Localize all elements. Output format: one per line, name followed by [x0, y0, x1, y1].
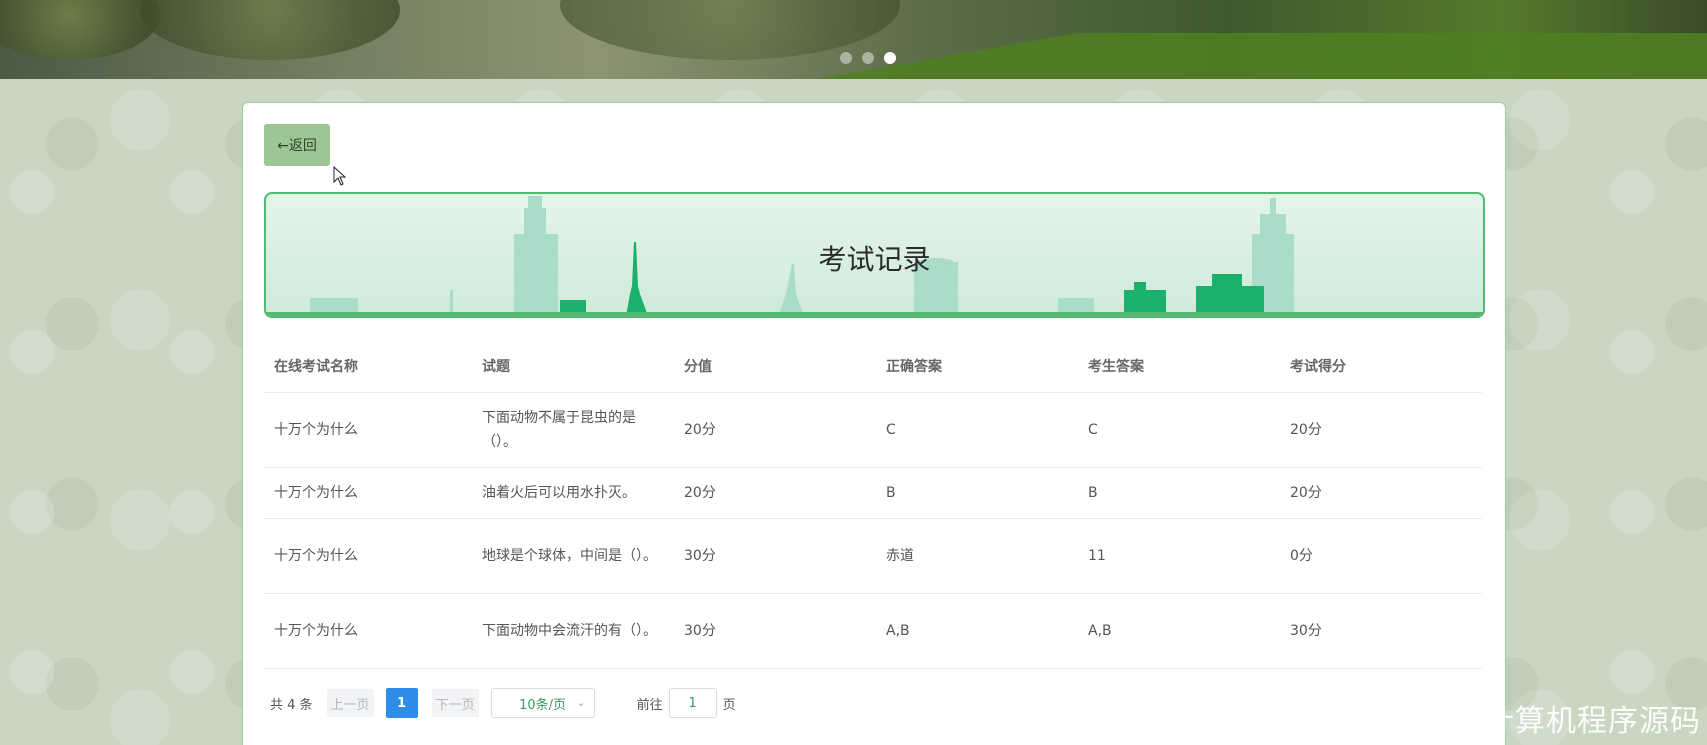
- cell-student-answer: C: [1078, 392, 1280, 468]
- cell-exam-score: 20分: [1280, 392, 1482, 468]
- goto-label: 前往: [636, 697, 663, 713]
- cell-score-value: 30分: [674, 518, 876, 594]
- cell-student-answer: A,B: [1078, 593, 1280, 669]
- banner-tree-shape: [140, 0, 400, 60]
- column-header-question[interactable]: 试题: [472, 340, 674, 393]
- cell-correct-answer: 赤道: [876, 518, 1078, 594]
- cell-exam-score: 0分: [1280, 518, 1482, 594]
- carousel-dot[interactable]: [840, 52, 852, 64]
- cell-exam-name: 十万个为什么: [264, 467, 472, 519]
- cell-score-value: 20分: [674, 467, 876, 519]
- pagination: 共 4 条 上一页 1 下一页 10条/页 ⌄ 前往 页: [270, 688, 736, 718]
- cell-question: 地球是个球体，中间是（）。: [472, 518, 674, 594]
- page-title: 考试记录: [818, 243, 931, 276]
- table-row[interactable]: 十万个为什么 地球是个球体，中间是（）。 30分 赤道 11 0分: [264, 518, 1482, 594]
- table-row[interactable]: 十万个为什么 下面动物中会流汗的有（）。 30分 A,B A,B 30分: [264, 593, 1482, 669]
- page-suffix-label: 页: [722, 697, 736, 713]
- column-header-exam-score[interactable]: 考试得分: [1280, 340, 1482, 393]
- mouse-pointer-icon: [333, 166, 347, 186]
- cell-exam-score: 30分: [1280, 593, 1482, 669]
- cell-correct-answer: C: [876, 392, 1078, 468]
- cell-score-value: 30分: [674, 593, 876, 669]
- cell-question: 下面动物中会流汗的有（）。: [472, 593, 674, 669]
- table-header-row: 在线考试名称 试题 分值 正确答案 考生答案 考试得分: [264, 340, 1482, 393]
- column-header-student-answer[interactable]: 考生答案: [1078, 340, 1280, 393]
- cell-correct-answer: A,B: [876, 593, 1078, 669]
- cell-student-answer: 11: [1078, 518, 1280, 594]
- carousel-dots: [840, 52, 896, 64]
- cell-student-answer: B: [1078, 467, 1280, 519]
- cell-score-value: 20分: [674, 392, 876, 468]
- cell-question: 油着火后可以用水扑灭。: [472, 467, 674, 519]
- cell-exam-name: 十万个为什么: [264, 392, 472, 468]
- cell-correct-answer: B: [876, 467, 1078, 519]
- carousel-dot-active[interactable]: [884, 52, 896, 64]
- cell-exam-name: 十万个为什么: [264, 593, 472, 669]
- table-row[interactable]: 十万个为什么 下面动物不属于昆虫的是（）。 20分 C C 20分: [264, 392, 1482, 468]
- banner-tree-shape: [0, 0, 160, 60]
- cell-question: 下面动物不属于昆虫的是（）。: [472, 392, 674, 468]
- next-page-button[interactable]: 下一页: [431, 689, 479, 717]
- main-card: ←返回 考试记录 在线考试名称 试题 分值 正确答案 考生答案 考试得分 十万个…: [242, 102, 1506, 745]
- column-header-exam-name[interactable]: 在线考试名称: [264, 340, 472, 393]
- cell-exam-name: 十万个为什么: [264, 518, 472, 594]
- exam-record-table: 在线考试名称 试题 分值 正确答案 考生答案 考试得分 十万个为什么 下面动物不…: [264, 340, 1482, 669]
- title-banner: 考试记录: [264, 192, 1485, 318]
- prev-page-button[interactable]: 上一页: [326, 689, 374, 717]
- pagination-total: 共 4 条: [270, 697, 313, 713]
- column-header-correct-answer[interactable]: 正确答案: [876, 340, 1078, 393]
- chevron-down-icon: ⌄: [576, 696, 586, 709]
- cell-exam-score: 20分: [1280, 467, 1482, 519]
- page-size-select[interactable]: 10条/页 ⌄: [490, 688, 595, 718]
- top-banner-carousel: [0, 0, 1707, 79]
- table-row[interactable]: 十万个为什么 油着火后可以用水扑灭。 20分 B B 20分: [264, 467, 1482, 519]
- page-number-current[interactable]: 1: [385, 688, 418, 718]
- column-header-score-value[interactable]: 分值: [674, 340, 876, 393]
- back-button[interactable]: ←返回: [264, 124, 330, 166]
- watermark-text: CSDN @计算机程序源码: [1352, 704, 1701, 739]
- page-size-value: 10条/页: [519, 697, 567, 713]
- goto-page-input[interactable]: [668, 688, 717, 718]
- carousel-dot[interactable]: [862, 52, 874, 64]
